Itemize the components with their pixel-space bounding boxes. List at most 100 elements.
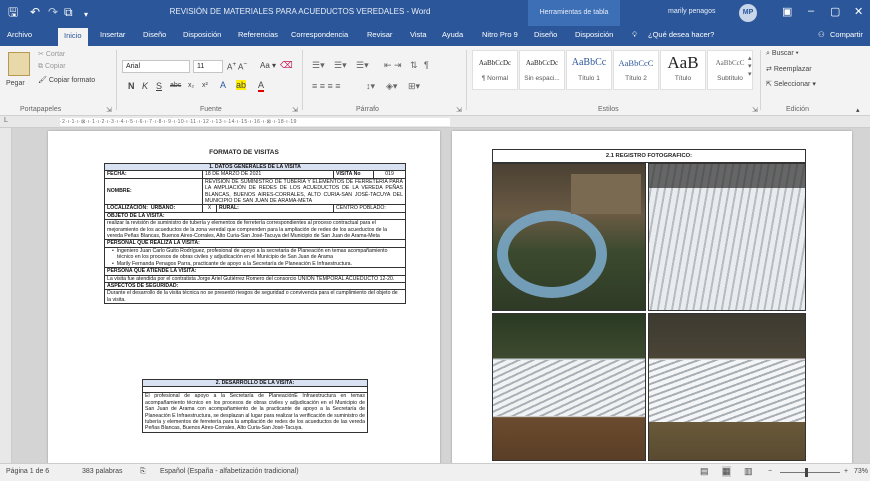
nombre-value[interactable]: REVISIÓN DE SUMINISTRO DE TUBERÍA Y ELEM… (202, 177, 406, 206)
tab-table-diseno[interactable]: Diseño (534, 30, 557, 39)
style-normal[interactable]: AaBbCcDc ¶ Normal (472, 50, 518, 90)
cut-button[interactable]: ✂ Cortar (38, 50, 65, 58)
underline-icon[interactable]: S (156, 81, 162, 91)
print-layout-icon[interactable]: ▦ (722, 466, 731, 477)
style-heading1[interactable]: AaBbCc Título 1 (566, 50, 612, 90)
zoom-slider-thumb[interactable] (805, 468, 808, 477)
page-count[interactable]: Página 1 de 6 (6, 468, 49, 475)
style-no-spacing[interactable]: AaBbCcDc Sin espaci... (519, 50, 565, 90)
tab-insertar[interactable]: Insertar (100, 30, 125, 39)
borders-icon[interactable]: ⊞▾ (408, 81, 420, 92)
tab-archivo[interactable]: Archivo (7, 30, 32, 39)
change-case-icon[interactable]: Aa ▾ (260, 61, 276, 70)
fecha-value[interactable]: 18 DE MARZO DE 2021 (202, 170, 334, 179)
tell-me-search[interactable]: ¿Qué desea hacer? (648, 30, 714, 39)
share-button[interactable]: Compartir (830, 30, 863, 39)
shading-icon[interactable]: ◈▾ (386, 81, 397, 92)
copy-button[interactable]: ⧉ Copiar (38, 63, 66, 71)
zoom-out-icon[interactable]: − (768, 468, 772, 475)
superscript-icon[interactable]: x² (202, 82, 208, 89)
zoom-in-icon[interactable]: + (844, 468, 848, 475)
numbering-icon[interactable]: ☰▾ (334, 60, 347, 71)
atiende-value[interactable]: La visita fue atendida por el contratist… (104, 274, 406, 283)
styles-scroll-icon[interactable]: ▴ ▾ ▾ (748, 54, 752, 78)
visita-number[interactable]: 019 (373, 170, 406, 179)
seguridad-value[interactable]: Durante el desarrollo de la visita técni… (104, 289, 406, 305)
pilcrow-icon[interactable]: ¶ (424, 60, 429, 70)
paragraph-launcher-icon[interactable]: ⇲ (456, 106, 462, 114)
word-count[interactable]: 383 palabras (82, 468, 122, 475)
save-icon[interactable]: 🖫 (8, 5, 18, 19)
styles-launcher-icon[interactable]: ⇲ (752, 106, 758, 114)
lightbulb-icon[interactable]: 💡︎ (632, 30, 637, 40)
vertical-ruler[interactable] (0, 128, 12, 463)
tab-correspondencia[interactable]: Correspondencia (291, 30, 348, 39)
sort-icon[interactable]: ⇅ (410, 60, 418, 71)
select-button[interactable]: ⇱ Seleccionar ▾ (766, 80, 816, 88)
align-icon[interactable]: ≡ ≡ ≡ ≡ (312, 81, 341, 91)
strikethrough-icon[interactable]: abc (170, 82, 181, 89)
find-button[interactable]: ⌕ Buscar ▾ (766, 50, 799, 58)
collapse-ribbon-icon[interactable]: ▴ (856, 106, 860, 114)
minimize-icon[interactable]: – (808, 5, 814, 17)
share-icon[interactable]: ⚇ (818, 30, 825, 39)
font-name-select[interactable]: Arial (122, 60, 190, 73)
urbano-value[interactable]: X (202, 204, 217, 213)
zoom-level[interactable]: 73% (854, 468, 868, 475)
avatar[interactable]: MP (739, 4, 757, 22)
tab-diseno[interactable]: Diseño (143, 30, 166, 39)
redo-icon[interactable]: ↷ (48, 5, 58, 19)
bullets-icon[interactable]: ☰▾ (312, 60, 325, 71)
style-subtitle[interactable]: AaBbCcC Subtítulo (707, 50, 753, 90)
line-spacing-icon[interactable]: ↕▾ (366, 81, 375, 92)
clear-format-icon[interactable]: ⌫ (280, 60, 293, 71)
tab-inicio[interactable]: Inicio (58, 28, 88, 46)
replace-button[interactable]: ⇄ Reemplazar (766, 65, 812, 73)
read-mode-icon[interactable]: ▤ (700, 466, 709, 477)
font-launcher-icon[interactable]: ⇲ (292, 106, 298, 114)
horizontal-ruler[interactable]: L ·2·ı·1·ı·⊠·ı·1·ı·2·ı·3·ı·4·ı·5·ı·6·ı·7… (0, 116, 870, 128)
format-painter-button[interactable]: 🖌︎ Copiar formato (38, 76, 95, 84)
objeto-value[interactable]: realizar la revisión de suministro de tu… (104, 219, 406, 241)
photo-coiled-pipe[interactable] (492, 163, 646, 311)
desarrollo-value[interactable]: El profesional de apoyo a la Secretaría … (142, 392, 368, 433)
page-1[interactable]: FORMATO DE VISITAS 1. DATOS GENERALES DE… (48, 131, 440, 463)
user-name[interactable]: marily penagos (668, 8, 715, 15)
customize-qat-icon[interactable]: ▾ (84, 8, 88, 22)
grow-font-icon[interactable]: A+ A− (227, 61, 247, 72)
close-icon[interactable]: ✕ (854, 5, 863, 18)
font-size-select[interactable]: 11 (193, 60, 223, 73)
photo-pipes-on-ground[interactable] (492, 313, 646, 461)
photo-pvc-pipes-stack[interactable] (648, 163, 806, 311)
language-indicator[interactable]: Español (España - alfabetización tradici… (160, 468, 299, 475)
style-title[interactable]: AaB Título (660, 50, 706, 90)
style-heading2[interactable]: AaBbCcC Título 2 (613, 50, 659, 90)
tab-disposicion[interactable]: Disposición (183, 30, 221, 39)
italic-icon[interactable]: K (142, 81, 148, 91)
photo-pipes-outdoor[interactable] (648, 313, 806, 461)
highlight-icon[interactable]: ab (236, 80, 247, 90)
proofing-icon[interactable]: ⎘ (140, 468, 146, 476)
bold-icon[interactable]: N (128, 81, 135, 91)
undo-icon[interactable]: ↶ (30, 5, 40, 19)
tab-referencias[interactable]: Referencias (238, 30, 278, 39)
web-layout-icon[interactable]: ▥ (744, 466, 753, 477)
page-2[interactable]: 2.1 REGISTRO FOTOGRAFICO: (452, 131, 852, 463)
clipboard-launcher-icon[interactable]: ⇲ (106, 106, 112, 114)
paste-icon[interactable] (8, 52, 30, 76)
subscript-icon[interactable]: x₂ (188, 82, 194, 89)
tab-ayuda[interactable]: Ayuda (442, 30, 463, 39)
indent-icon[interactable]: ⇤ ⇥ (384, 60, 402, 71)
ribbon-display-icon[interactable]: ▣ (782, 5, 792, 18)
paste-button[interactable]: Pegar (6, 80, 25, 87)
tab-nitro[interactable]: Nitro Pro 9 (482, 30, 518, 39)
zoom-slider[interactable] (780, 472, 840, 473)
text-effects-icon[interactable]: A (220, 80, 226, 90)
personal-list[interactable]: • Ingeniero Juan Carlo Guito Rodríguez, … (104, 246, 406, 269)
tab-table-disposicion[interactable]: Disposición (575, 30, 613, 39)
tab-revisar[interactable]: Revisar (367, 30, 392, 39)
tab-selector-icon[interactable]: L (4, 117, 8, 124)
quick-access-icon[interactable]: ⧉ (64, 5, 73, 19)
font-color-icon[interactable]: A (258, 80, 265, 92)
multilevel-icon[interactable]: ☰▾ (356, 60, 369, 71)
